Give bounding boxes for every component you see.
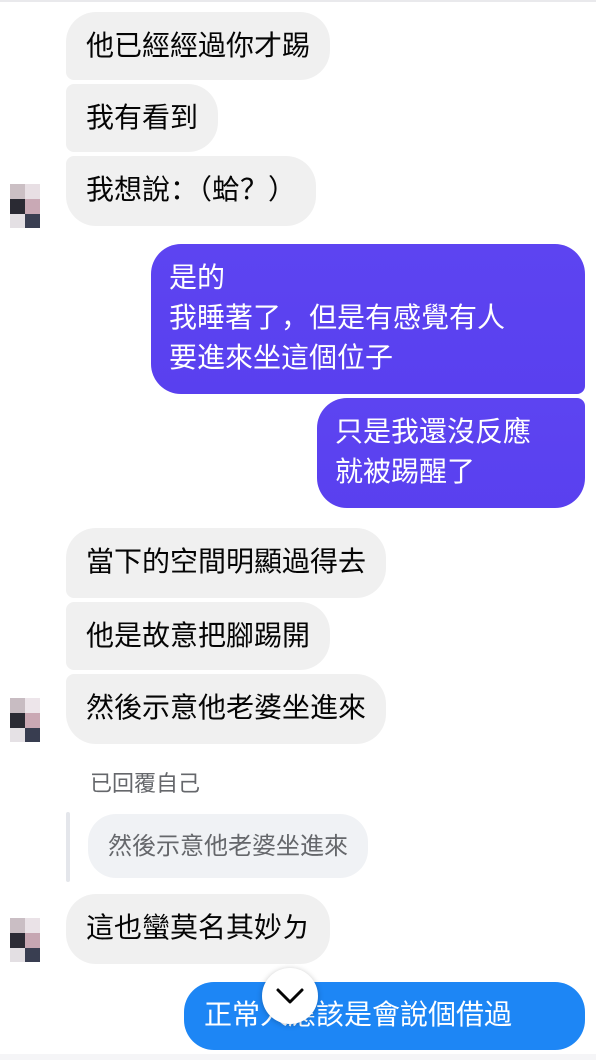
avatar[interactable] (10, 918, 40, 962)
message-text: 然後示意他老婆坐進來 (86, 691, 367, 724)
chat-thread: 他已經經過你才踢 我有看到 我想說：（蛤？） 是的 我睡著了，但是有感覺有人 要… (0, 0, 596, 1060)
message-text: 這也蠻莫名其妙ㄉ (86, 911, 311, 944)
incoming-message[interactable]: 我想說：（蛤？） (66, 156, 317, 226)
message-text: 他已經經過你才踢 (86, 29, 311, 62)
avatar[interactable] (10, 698, 40, 742)
scroll-to-bottom-button[interactable] (262, 968, 318, 1024)
avatar[interactable] (10, 184, 40, 228)
message-text: 我睡著了，但是有感覺有人 (169, 301, 506, 334)
quoted-message[interactable]: 然後示意他老婆坐進來 (88, 814, 368, 878)
chevron-down-icon (276, 988, 304, 1004)
message-text: 是的 (169, 261, 226, 294)
incoming-message[interactable]: 他是故意把腳踢開 (66, 602, 331, 670)
message-text: 他是故意把腳踢開 (86, 619, 311, 652)
message-text: 我有看到 (86, 101, 199, 134)
message-text: 只是我還沒反應 (335, 415, 532, 448)
incoming-message[interactable]: 他已經經過你才踢 (66, 12, 331, 80)
message-text: 正常人應該是會說個借過 (204, 998, 513, 1031)
reply-label: 已回覆自己 (90, 772, 201, 797)
reply-indicator-bar (66, 812, 70, 882)
bottom-edge (0, 1054, 596, 1060)
message-text: 我想說：（蛤？） (86, 173, 297, 206)
incoming-message[interactable]: 我有看到 (66, 84, 219, 152)
message-text: 當下的空間明顯過得去 (86, 545, 367, 578)
message-text: 要進來坐這個位子 (169, 341, 394, 374)
incoming-message[interactable]: 這也蠻莫名其妙ㄉ (66, 894, 331, 964)
quoted-text: 然後示意他老婆坐進來 (108, 832, 348, 860)
outgoing-message[interactable]: 正常人應該是會說個借過 (184, 982, 585, 1050)
incoming-message[interactable]: 當下的空間明顯過得去 (66, 528, 387, 598)
top-divider (0, 0, 596, 2)
message-text: 就被踢醒了 (335, 455, 476, 488)
outgoing-message[interactable]: 只是我還沒反應 就被踢醒了 (317, 398, 585, 508)
incoming-message[interactable]: 然後示意他老婆坐進來 (66, 674, 387, 744)
outgoing-message[interactable]: 是的 我睡著了，但是有感覺有人 要進來坐這個位子 (151, 244, 585, 394)
